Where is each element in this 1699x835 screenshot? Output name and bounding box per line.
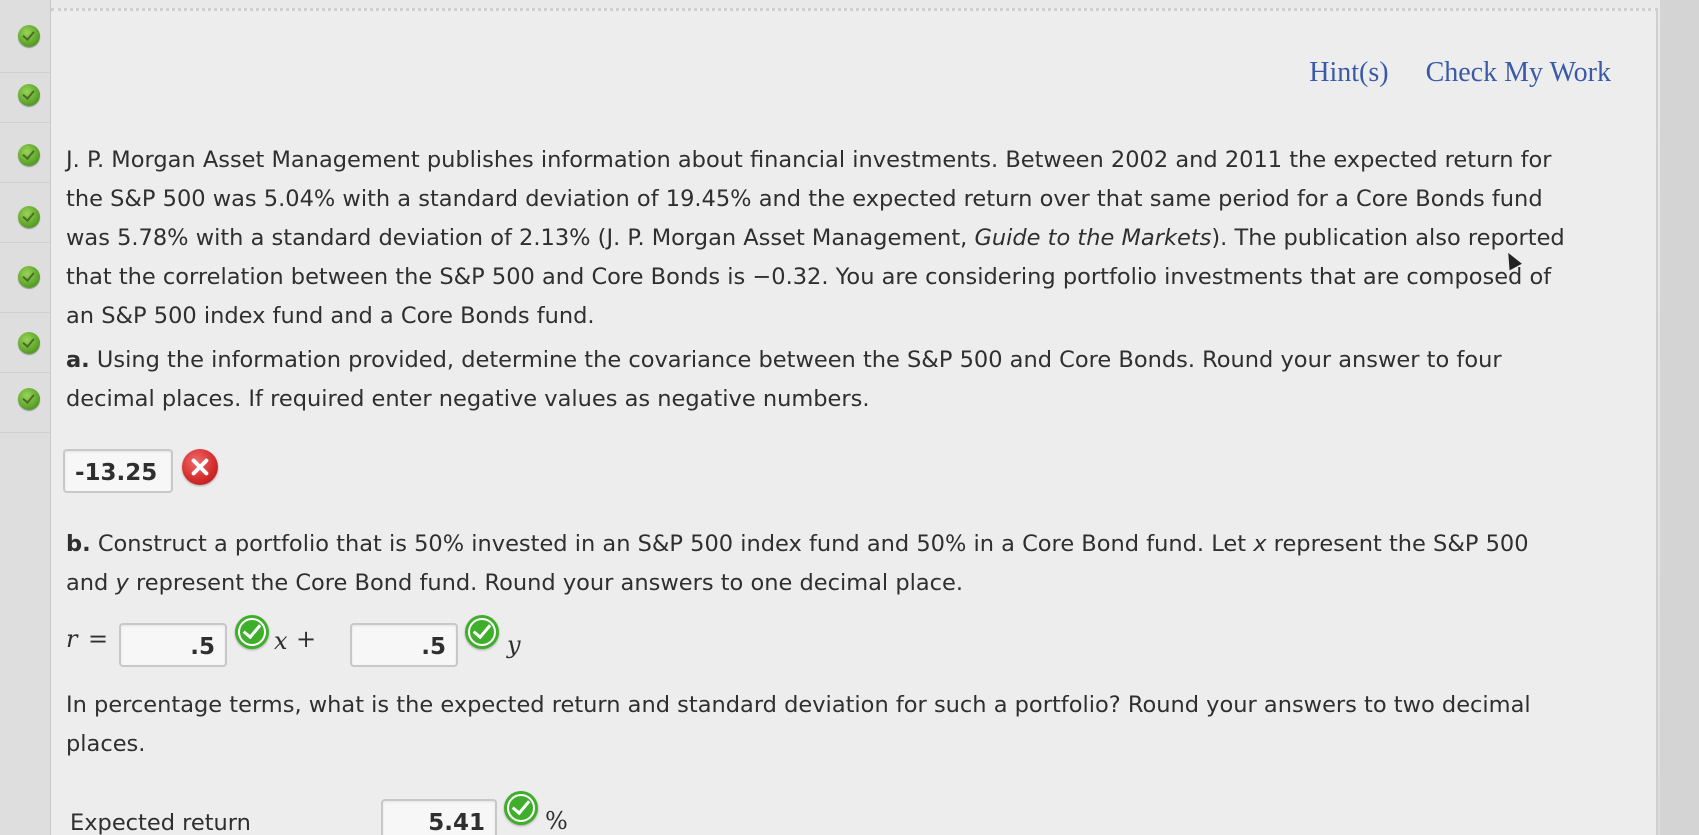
correct-check-icon: [504, 791, 538, 825]
check-circle-icon: [18, 206, 40, 228]
intro-line: that the correlation between the S&P 500…: [66, 264, 1552, 290]
publication-title: Guide to the Markets: [974, 225, 1212, 251]
part-b-line: and y represent the Core Bond fund. Roun…: [66, 570, 964, 596]
expected-return-input[interactable]: 5.41: [381, 799, 497, 835]
part-a-line: decimal places. If required enter negati…: [66, 386, 870, 412]
intro-line: was 5.78% with a standard deviation of 2…: [66, 225, 1565, 251]
equation-equals: =: [88, 625, 109, 653]
equation-r: r: [66, 625, 78, 653]
sidebar-item-5[interactable]: [0, 242, 50, 313]
check-circle-icon: [18, 84, 40, 106]
sidebar-item-4[interactable]: [0, 182, 50, 243]
intro-line: J. P. Morgan Asset Management publishes …: [66, 147, 1552, 173]
correct-check-icon: [465, 615, 499, 649]
sidebar-item-1[interactable]: [0, 0, 50, 73]
part-b-line: b. Construct a portfolio that is 50% inv…: [66, 531, 1529, 557]
y-coefficient-input[interactable]: .5: [350, 623, 458, 667]
correct-check-icon: [235, 615, 269, 649]
check-circle-icon: [18, 25, 40, 47]
part-b-label: b.: [66, 531, 91, 557]
check-my-work-link[interactable]: Check My Work: [1426, 57, 1611, 88]
question-panel: Hint(s) Check My Work J. P. Morgan Asset…: [51, 8, 1658, 835]
percent-unit: %: [545, 807, 568, 835]
hints-link[interactable]: Hint(s): [1309, 57, 1388, 88]
equation-y: y: [507, 631, 521, 659]
question-line: In percentage terms, what is the expecte…: [66, 692, 1531, 718]
page: Hint(s) Check My Work J. P. Morgan Asset…: [0, 0, 1699, 835]
check-circle-icon: [18, 266, 40, 288]
part-a-label: a.: [66, 347, 90, 373]
right-gutter: [1660, 0, 1699, 835]
intro-line: the S&P 500 was 5.04% with a standard de…: [66, 186, 1543, 212]
intro-line: an S&P 500 index fund and a Core Bonds f…: [66, 303, 595, 329]
part-b-question: b. Construct a portfolio that is 50% inv…: [66, 525, 1646, 603]
part-a-question: a. Using the information provided, deter…: [66, 341, 1646, 419]
incorrect-x-icon: [182, 449, 218, 485]
problem-intro: J. P. Morgan Asset Management publishes …: [66, 141, 1646, 336]
x-coefficient-input[interactable]: .5: [119, 623, 227, 667]
part-a-line: a. Using the information provided, deter…: [66, 347, 1502, 373]
equation-x: x: [274, 627, 288, 655]
check-circle-icon: [18, 144, 40, 166]
sidebar-item-2[interactable]: [0, 72, 50, 123]
equation-plus: +: [296, 625, 317, 653]
check-circle-icon: [18, 388, 40, 410]
check-circle-icon: [18, 332, 40, 354]
portfolio-question: In percentage terms, what is the expecte…: [66, 686, 1646, 764]
question-line: places.: [66, 731, 146, 757]
sidebar-item-7[interactable]: [0, 372, 50, 433]
covariance-answer-input[interactable]: -13.25: [63, 449, 173, 493]
sidebar-item-6[interactable]: [0, 312, 50, 373]
help-links: Hint(s) Check My Work: [1279, 57, 1611, 89]
sidebar-item-3[interactable]: [0, 122, 50, 183]
expected-return-label: Expected return: [70, 810, 251, 835]
question-sidebar: [0, 0, 51, 835]
